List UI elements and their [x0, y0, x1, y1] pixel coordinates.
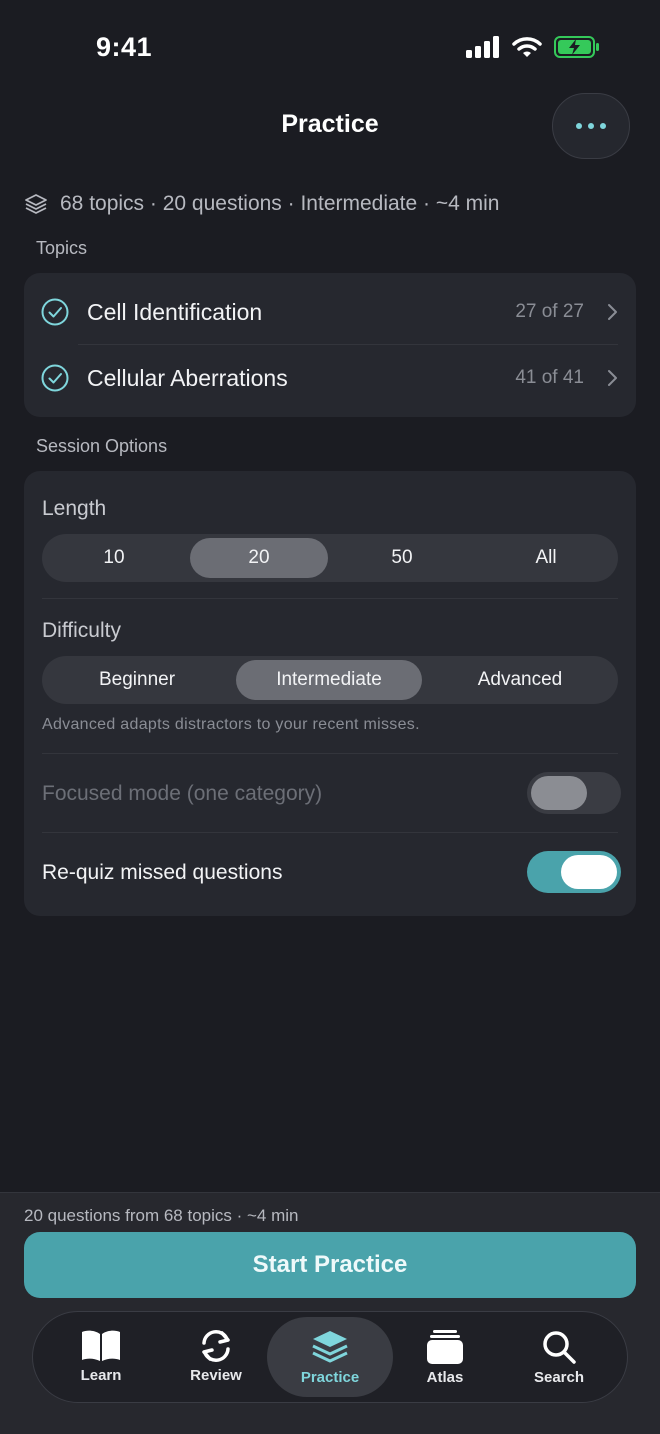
- topic-row-cell-identification[interactable]: Cell Identification 27 of 27: [24, 279, 636, 345]
- difficulty-segmented-control: Beginner Intermediate Advanced: [42, 656, 618, 704]
- tab-search[interactable]: Search: [496, 1317, 622, 1397]
- layers-icon: [312, 1331, 348, 1363]
- topics-card: Cell Identification 27 of 27 Cellular Ab…: [24, 273, 636, 417]
- tab-review[interactable]: Review: [153, 1317, 279, 1397]
- difficulty-hint: Advanced adapts distractors to your rece…: [42, 716, 420, 733]
- topic-name: Cell Identification: [87, 298, 263, 325]
- length-option-10[interactable]: 10: [42, 538, 186, 578]
- focused-mode-label: Focused mode (one category): [42, 782, 323, 805]
- length-option-20[interactable]: 20: [190, 538, 328, 578]
- tab-bar: Learn Review Practice Atlas Search: [32, 1311, 628, 1403]
- start-practice-button[interactable]: Start Practice: [24, 1232, 636, 1298]
- chevron-right-icon: [608, 304, 617, 320]
- check-circle-icon: [41, 298, 69, 326]
- tab-label: Search: [533, 1369, 585, 1386]
- battery-charging-icon: [554, 36, 599, 58]
- layers-icon: [25, 194, 47, 214]
- difficulty-option-intermediate[interactable]: Intermediate: [236, 660, 422, 700]
- tab-label: Learn: [80, 1367, 122, 1384]
- tab-learn[interactable]: Learn: [38, 1317, 164, 1397]
- wifi-icon: [512, 37, 542, 57]
- session-options-section-label: Session Options: [36, 436, 168, 456]
- more-dots-icon: [576, 123, 582, 129]
- topic-count: 41 of 41: [515, 367, 584, 388]
- session-summary: 68 topics · 20 questions · Intermediate …: [24, 192, 499, 216]
- toggle-knob: [531, 776, 587, 810]
- stack-icon: [427, 1330, 463, 1364]
- topic-row-cellular-aberrations[interactable]: Cellular Aberrations 41 of 41: [24, 345, 636, 411]
- topic-name: Cellular Aberrations: [87, 364, 288, 391]
- more-dots-icon-3: [600, 123, 606, 129]
- focused-mode-toggle[interactable]: [527, 772, 621, 814]
- tab-atlas[interactable]: Atlas: [382, 1317, 508, 1397]
- toggle-knob: [561, 855, 617, 889]
- search-icon: [543, 1331, 576, 1364]
- length-option-all[interactable]: All: [476, 538, 616, 578]
- options-divider: [42, 753, 618, 754]
- difficulty-option-beginner[interactable]: Beginner: [42, 660, 232, 700]
- summary-text: 68 topics · 20 questions · Intermediate …: [60, 192, 500, 215]
- options-divider: [42, 598, 618, 599]
- more-options-button[interactable]: [552, 93, 630, 159]
- requiz-label: Re-quiz missed questions: [42, 861, 283, 884]
- status-time: 9:41: [96, 32, 153, 62]
- topic-count: 27 of 27: [515, 301, 584, 322]
- tab-label: Atlas: [426, 1369, 464, 1386]
- length-label: Length: [42, 497, 107, 520]
- length-option-50[interactable]: 50: [328, 538, 476, 578]
- book-icon: [82, 1330, 120, 1361]
- session-options-card: Length 10 20 50 All Difficulty Beginner …: [24, 471, 636, 916]
- chevron-right-icon: [608, 370, 617, 386]
- difficulty-label: Difficulty: [42, 619, 121, 642]
- cellular-signal-icon: [466, 36, 499, 58]
- status-bar: 9:41: [0, 0, 660, 96]
- more-dots-icon-2: [588, 123, 594, 129]
- topics-section-label: Topics: [36, 238, 88, 258]
- tab-label: Practice: [300, 1369, 360, 1386]
- difficulty-option-advanced[interactable]: Advanced: [422, 660, 618, 700]
- tab-practice[interactable]: Practice: [267, 1317, 393, 1397]
- refresh-icon: [202, 1330, 230, 1362]
- length-segmented-control: 10 20 50 All: [42, 534, 618, 582]
- status-icons: [466, 36, 600, 58]
- requiz-toggle[interactable]: [527, 851, 621, 893]
- tab-label: Review: [190, 1367, 242, 1384]
- footer-summary: 20 questions from 68 topics · ~4 min: [24, 1206, 299, 1225]
- check-circle-icon: [41, 364, 69, 392]
- options-divider: [42, 832, 618, 833]
